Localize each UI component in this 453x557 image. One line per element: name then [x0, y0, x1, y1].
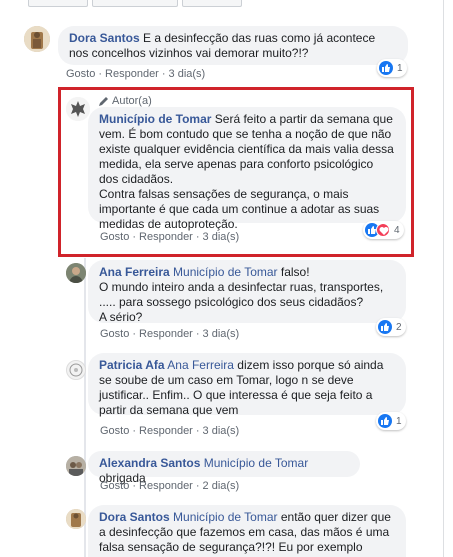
like-link[interactable]: Gosto: [100, 231, 129, 243]
avatar[interactable]: [66, 97, 90, 121]
avatar-image: [66, 456, 86, 476]
comment-author[interactable]: Município de Tomar: [99, 112, 211, 126]
love-icon: [376, 223, 390, 237]
comment-bubble: Município de Tomar Será feito a partir d…: [88, 107, 406, 231]
cross-emblem-icon: [66, 97, 90, 121]
reply-link[interactable]: Responder: [139, 425, 193, 437]
comment-text-3: A sério?: [99, 310, 143, 324]
like-link[interactable]: Gosto: [66, 68, 95, 80]
comment-author[interactable]: Patricia Afa: [99, 358, 165, 372]
reaction-count[interactable]: 1: [377, 59, 407, 77]
reply-link[interactable]: Responder: [139, 328, 193, 340]
avatar[interactable]: [66, 509, 86, 529]
comment-time[interactable]: 3 dia(s): [203, 231, 240, 243]
reply-link[interactable]: Responder: [105, 68, 159, 80]
reply-link[interactable]: Responder: [139, 480, 193, 492]
comment-author[interactable]: Dora Santos: [99, 510, 170, 524]
mention-tag[interactable]: Ana Ferreira: [165, 358, 234, 372]
like-link[interactable]: Gosto: [100, 480, 129, 492]
pencil-icon: [99, 96, 108, 106]
comment-time[interactable]: 2 dia(s): [203, 480, 240, 492]
comment-bubble: Dora Santos E a desinfecção das ruas com…: [58, 26, 408, 65]
like-icon: [379, 61, 393, 75]
toolbar-button[interactable]: [92, 0, 178, 7]
comment-bubble: Patricia Afa Ana Ferreira dizem isso por…: [88, 353, 406, 417]
mention-tag[interactable]: Município de Tomar: [170, 510, 278, 524]
avatar[interactable]: [66, 360, 86, 380]
reply-link[interactable]: Responder: [139, 231, 193, 243]
comment-author[interactable]: Ana Ferreira: [99, 265, 170, 279]
reaction-count[interactable]: 1: [376, 412, 406, 430]
top-toolbar-fragment: [0, 0, 453, 9]
avatar-image: [24, 26, 50, 52]
mention-tag[interactable]: Município de Tomar: [200, 456, 309, 470]
like-link[interactable]: Gosto: [100, 328, 129, 340]
reaction-count[interactable]: 2: [376, 318, 406, 336]
like-icon: [378, 320, 392, 334]
comment-bubble: Dora Santos Município de Tomar então que…: [88, 505, 406, 557]
comment-actions: Gosto · Responder · 3 dia(s): [100, 328, 240, 340]
comment-bubble: Ana Ferreira Município de Tomar falso! O…: [88, 260, 406, 324]
avatar[interactable]: [24, 26, 50, 52]
avatar-image: [66, 263, 86, 283]
comment-bubble: Alexandra Santos Município de Tomar obri…: [88, 451, 360, 485]
reaction-count[interactable]: 4: [363, 221, 404, 239]
comment-time[interactable]: 3 dia(s): [169, 68, 206, 80]
comment-time[interactable]: 3 dia(s): [203, 425, 240, 437]
avatar[interactable]: [66, 456, 86, 476]
comment-actions: Gosto · Responder · 3 dia(s): [66, 68, 206, 80]
comment-actions: Gosto · Responder · 3 dia(s): [100, 231, 240, 243]
toolbar-button[interactable]: [182, 0, 242, 7]
author-badge: Autor(a): [98, 95, 152, 107]
comment-author[interactable]: Alexandra Santos: [99, 456, 200, 470]
toolbar-button[interactable]: [28, 0, 88, 7]
page-divider: [443, 0, 444, 557]
comment-actions: Gosto · Responder · 2 dia(s): [100, 480, 240, 492]
comment-text: falso!: [277, 265, 310, 279]
reply-thread-line: [84, 258, 86, 557]
comment-actions: Gosto · Responder · 3 dia(s): [100, 425, 240, 437]
avatar[interactable]: [66, 263, 86, 283]
comment-text-2: O mundo inteiro anda a desinfectar ruas,…: [99, 280, 384, 309]
comment-author[interactable]: Dora Santos: [69, 31, 140, 45]
like-link[interactable]: Gosto: [100, 425, 129, 437]
mention-tag[interactable]: Município de Tomar: [170, 265, 278, 279]
avatar-image: [69, 363, 83, 377]
avatar-image: [66, 509, 86, 529]
comment-time[interactable]: 3 dia(s): [203, 328, 240, 340]
like-icon: [378, 414, 392, 428]
